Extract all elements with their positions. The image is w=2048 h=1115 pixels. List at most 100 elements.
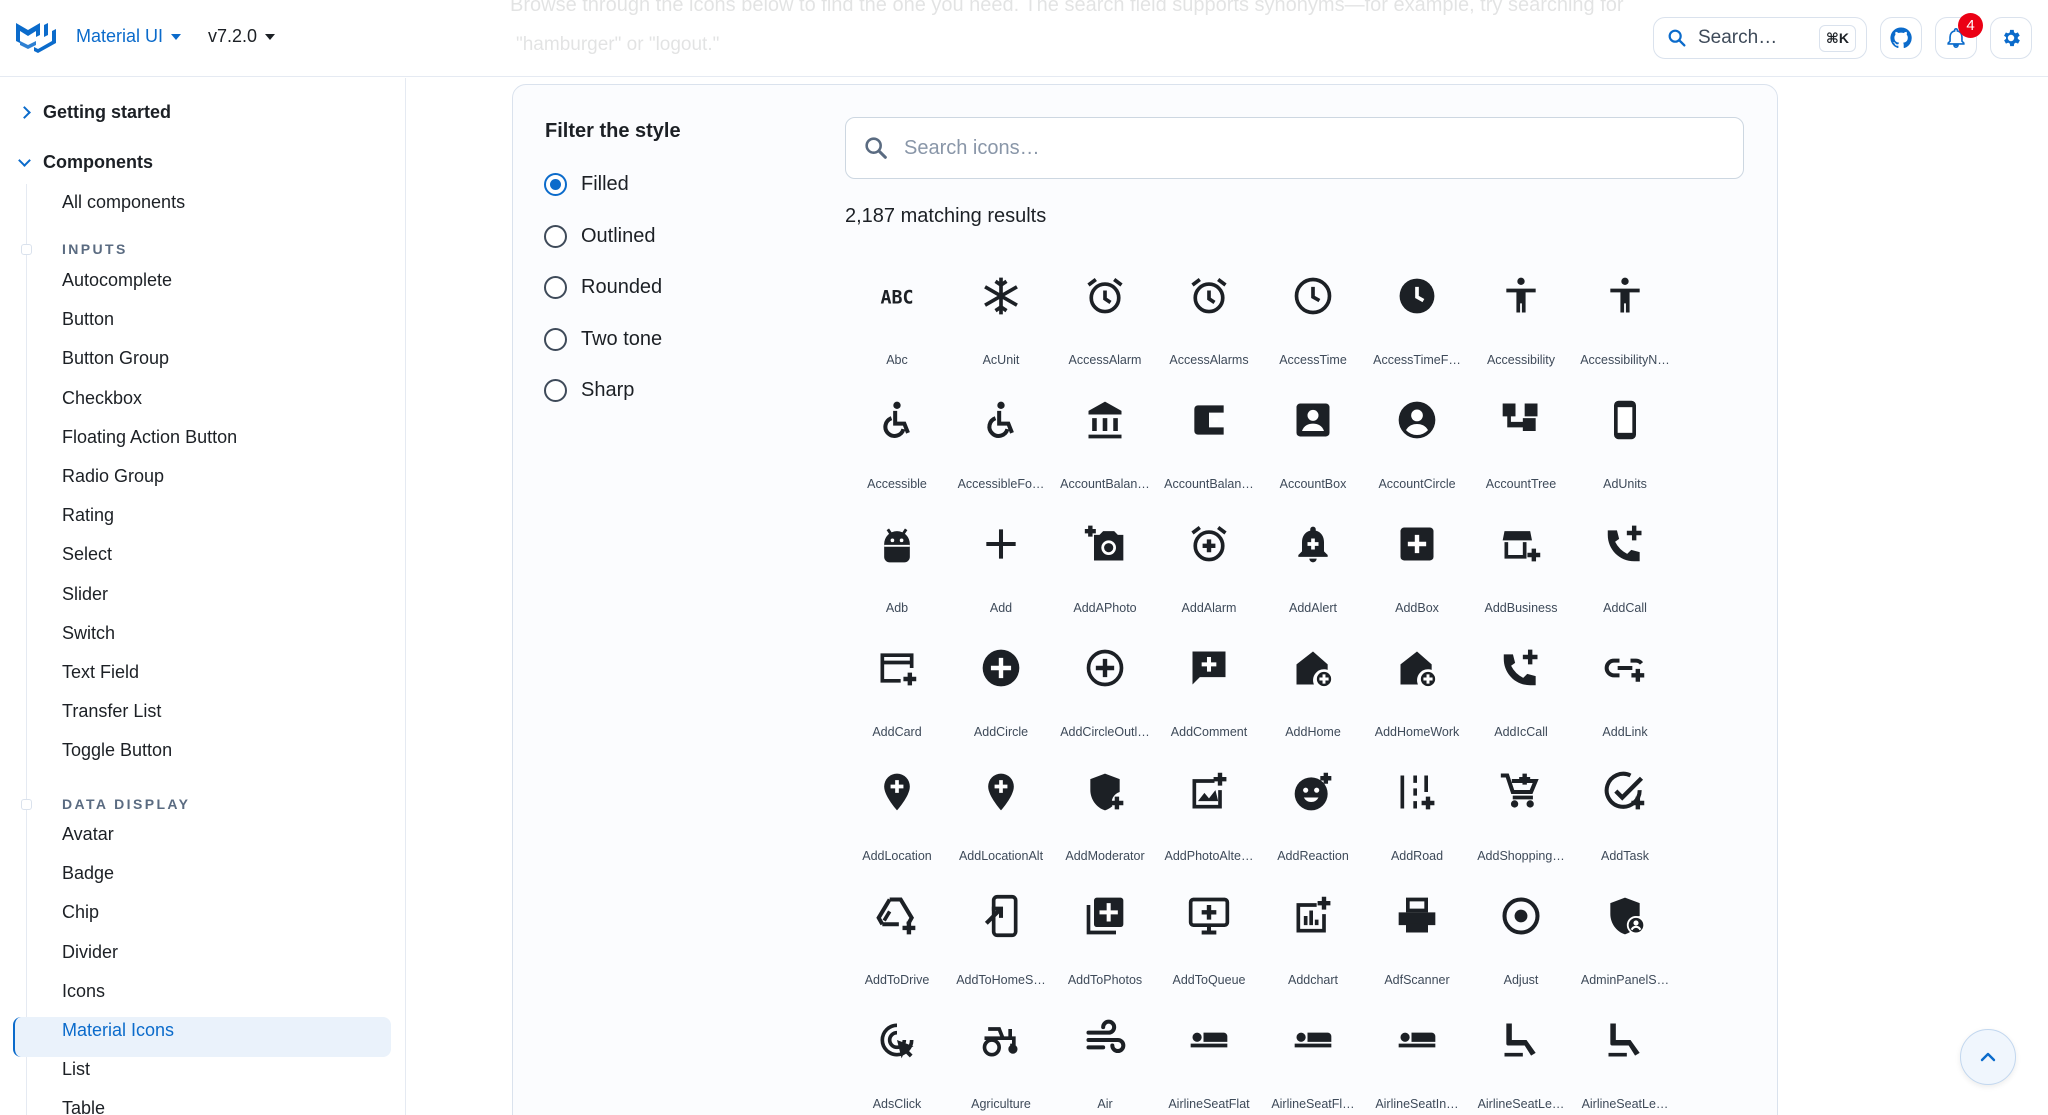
style-option-sharp[interactable]: Sharp (544, 379, 634, 402)
icon-tile[interactable]: AddIcCall (1469, 630, 1573, 754)
sidebar-item-slider[interactable]: Slider (62, 584, 108, 605)
radio-button[interactable] (544, 327, 567, 351)
icon-tile[interactable]: AdfScanner (1365, 878, 1469, 1002)
icon-tile[interactable]: AccessAlarms (1157, 258, 1261, 382)
icon-tile[interactable]: AddToHomeS… (949, 878, 1053, 1002)
radio-button[interactable] (544, 173, 567, 196)
notifications-button[interactable]: 4 (1935, 13, 1983, 59)
icon-tile[interactable]: AddBox (1365, 506, 1469, 630)
icon-tile[interactable]: AddLink (1573, 630, 1677, 754)
sidebar-item-material-icons[interactable]: Material Icons (62, 1020, 174, 1041)
icon-tile[interactable]: AirlineSeatIn… (1365, 1002, 1469, 1115)
icon-tile[interactable]: AddPhotoAlte… (1157, 754, 1261, 878)
icon-tile[interactable]: AccountCircle (1365, 382, 1469, 506)
sidebar-item-autocomplete[interactable]: Autocomplete (62, 270, 172, 291)
icon-tile[interactable]: AcUnit (949, 258, 1053, 382)
sidebar-item-rating[interactable]: Rating (62, 505, 114, 526)
icon-tile[interactable]: AddAPhoto (1053, 506, 1157, 630)
sidebar-item-button[interactable]: Button (62, 309, 114, 330)
sidebar-item-transfer-list[interactable]: Transfer List (62, 701, 161, 722)
icon-tile[interactable]: AccessTimeF… (1365, 258, 1469, 382)
icon-tile[interactable]: AddShopping… (1469, 754, 1573, 878)
icon-tile[interactable]: ABC Abc (845, 258, 949, 382)
icon-tile[interactable]: AccessAlarm (1053, 258, 1157, 382)
icon-tile[interactable]: AccessibleFo… (949, 382, 1053, 506)
sidebar-item-table[interactable]: Table (62, 1098, 105, 1115)
sidebar-item-list[interactable]: List (62, 1059, 90, 1080)
icon-tile[interactable]: AddComment (1157, 630, 1261, 754)
icon-tile[interactable]: AddAlarm (1157, 506, 1261, 630)
icon-tile[interactable]: AddLocation (845, 754, 949, 878)
sidebar-item-switch[interactable]: Switch (62, 623, 115, 644)
icon-tile[interactable]: AddLocationAlt (949, 754, 1053, 878)
icon-tile[interactable]: Adb (845, 506, 949, 630)
sidebar-item-icons[interactable]: Icons (62, 981, 105, 1002)
icon-search-field[interactable] (845, 117, 1744, 179)
sidebar-item-all-components[interactable]: All components (62, 192, 185, 213)
icon-search-input[interactable] (904, 136, 1724, 160)
sidebar-item-divider[interactable]: Divider (62, 942, 118, 963)
style-option-filled[interactable]: Filled (544, 173, 629, 196)
sidebar-item-toggle-button[interactable]: Toggle Button (62, 740, 172, 761)
icon-tile[interactable]: AccountTree (1469, 382, 1573, 506)
github-button[interactable] (1880, 17, 1922, 59)
icon-tile[interactable]: Accessible (845, 382, 949, 506)
sidebar-item-text-field[interactable]: Text Field (62, 662, 139, 683)
icon-tile[interactable]: AddToDrive (845, 878, 949, 1002)
icon-tile[interactable]: AccountBox (1261, 382, 1365, 506)
icon-tile[interactable]: AddToQueue (1157, 878, 1261, 1002)
sidebar-getting-started[interactable]: Getting started (18, 102, 171, 123)
icon-tile[interactable]: AddToPhotos (1053, 878, 1157, 1002)
brand-menu[interactable]: Material UI (76, 26, 182, 47)
sidebar-item-chip[interactable]: Chip (62, 902, 99, 923)
icon-tile[interactable]: Accessibility (1469, 258, 1573, 382)
icon-tile[interactable]: AirlineSeatFlat (1157, 1002, 1261, 1115)
version-menu[interactable]: v7.2.0 (208, 26, 276, 47)
style-option-outlined[interactable]: Outlined (544, 224, 656, 248)
scroll-to-top-button[interactable] (1960, 1029, 2016, 1085)
icon-tile[interactable]: AccessibilityN… (1573, 258, 1677, 382)
icon-tile[interactable]: AddBusiness (1469, 506, 1573, 630)
sidebar-item-checkbox[interactable]: Checkbox (62, 388, 142, 409)
site-search-button[interactable]: Search… ⌘K (1653, 17, 1867, 59)
icon-tile[interactable]: Air (1053, 1002, 1157, 1115)
icon-tile[interactable]: AirlineSeatLe… (1469, 1002, 1573, 1115)
icon-tile[interactable]: AddReaction (1261, 754, 1365, 878)
icon-tile[interactable]: AddModerator (1053, 754, 1157, 878)
icon-tile[interactable]: AddCircleOutl… (1053, 630, 1157, 754)
icon-tile[interactable]: AddHomeWork (1365, 630, 1469, 754)
sidebar-item-select[interactable]: Select (62, 544, 112, 565)
icon-tile[interactable]: AddRoad (1365, 754, 1469, 878)
icon-tile[interactable]: AirlineSeatFl… (1261, 1002, 1365, 1115)
icon-tile[interactable]: AdsClick (845, 1002, 949, 1115)
radio-button[interactable] (544, 379, 567, 402)
sidebar-components[interactable]: Components (18, 152, 153, 173)
icon-tile[interactable]: AddTask (1573, 754, 1677, 878)
radio-button[interactable] (544, 276, 567, 299)
style-option-rounded[interactable]: Rounded (544, 276, 662, 299)
sidebar-item-button-group[interactable]: Button Group (62, 348, 169, 369)
icon-tile[interactable]: AddCall (1573, 506, 1677, 630)
sidebar-item-radio-group[interactable]: Radio Group (62, 466, 164, 487)
icon-tile[interactable]: AdminPanelS… (1573, 878, 1677, 1002)
sidebar-item-avatar[interactable]: Avatar (62, 824, 114, 845)
sidebar-item-floating-action-button[interactable]: Floating Action Button (62, 427, 237, 448)
icon-tile[interactable]: Addchart (1261, 878, 1365, 1002)
mui-logo-icon[interactable] (14, 17, 58, 57)
icon-tile[interactable]: AddHome (1261, 630, 1365, 754)
style-option-two-tone[interactable]: Two tone (544, 327, 662, 351)
icon-tile[interactable]: AccountBalan… (1053, 382, 1157, 506)
sidebar-item-badge[interactable]: Badge (62, 863, 114, 884)
icon-tile[interactable]: AccessTime (1261, 258, 1365, 382)
radio-button[interactable] (544, 224, 567, 248)
icon-tile[interactable]: AccountBalan… (1157, 382, 1261, 506)
icon-tile[interactable]: AddCircle (949, 630, 1053, 754)
settings-button[interactable] (1990, 17, 2032, 59)
icon-tile[interactable]: AddCard (845, 630, 949, 754)
icon-tile[interactable]: AirlineSeatLe… (1573, 1002, 1677, 1115)
icon-tile[interactable]: AdUnits (1573, 382, 1677, 506)
icon-tile[interactable]: Agriculture (949, 1002, 1053, 1115)
icon-tile[interactable]: Adjust (1469, 878, 1573, 1002)
icon-tile[interactable]: Add (949, 506, 1053, 630)
icon-tile[interactable]: AddAlert (1261, 506, 1365, 630)
